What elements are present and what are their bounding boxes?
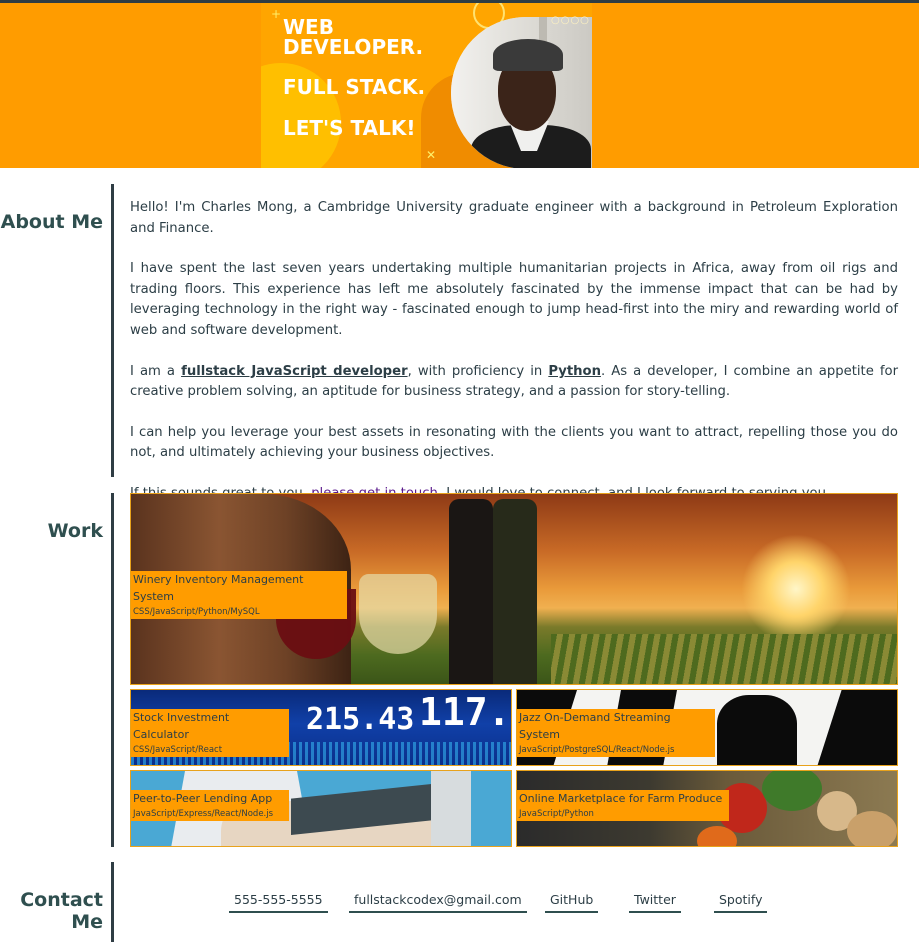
- stock-ticker-number: 215.43: [306, 702, 415, 737]
- about-paragraph-2: I have spent the last seven years undert…: [130, 261, 898, 338]
- project-name: Jazz On-Demand Streaming System: [519, 711, 671, 741]
- project-label: Jazz On-Demand Streaming System JavaScri…: [517, 709, 715, 757]
- about-paragraph-3: I am a fullstack JavaScript developer, w…: [130, 363, 899, 400]
- project-label: Online Marketplace for Farm Produce Java…: [517, 790, 729, 821]
- project-name: Winery Inventory Management System: [133, 573, 304, 603]
- about-divider: [111, 184, 114, 477]
- stock-ticker-number: 117.2: [419, 690, 511, 734]
- banner-x-decoration: ✕: [426, 148, 437, 162]
- project-tech: JavaScript/Python: [519, 809, 594, 819]
- about-section-title: About Me: [0, 211, 103, 233]
- wine-bottle-image: [493, 499, 537, 684]
- wine-bottle-image: [449, 499, 493, 684]
- hero-banner-image: WEB DEVELOPER. FULL STACK. LET'S TALK! ○…: [261, 3, 592, 168]
- project-label: Winery Inventory Management System CSS/J…: [131, 571, 347, 619]
- twitter-link[interactable]: Twitter: [629, 891, 681, 913]
- banner-text-line2: DEVELOPER.: [283, 35, 424, 59]
- project-tech: JavaScript/PostgreSQL/React/Node.js: [519, 745, 675, 755]
- banner-text-line1: WEB: [283, 15, 334, 39]
- contact-links: 555-555-5555 fullstackcodex@gmail.com Gi…: [0, 891, 919, 915]
- banner-text-line3: FULL STACK.: [283, 75, 426, 99]
- project-tile-winery[interactable]: Winery Inventory Management System CSS/J…: [130, 493, 898, 685]
- project-label: Peer-to-Peer Lending App JavaScript/Expr…: [131, 790, 289, 821]
- python-link[interactable]: Python: [548, 364, 601, 379]
- work-section-title: Work: [47, 520, 103, 542]
- project-name: Online Marketplace for Farm Produce: [519, 792, 723, 805]
- project-tile-market[interactable]: Online Marketplace for Farm Produce Java…: [516, 770, 898, 847]
- white-wine-glass-image: [359, 574, 437, 654]
- github-link[interactable]: GitHub: [545, 891, 599, 913]
- project-tile-stock[interactable]: 215.43 117.2 Stock Investment Calculator…: [130, 689, 512, 766]
- spotify-link[interactable]: Spotify: [714, 891, 768, 913]
- profile-photo: [451, 17, 592, 168]
- about-paragraph-4: I can help you leverage your best assets…: [130, 424, 898, 461]
- project-label: Stock Investment Calculator CSS/JavaScri…: [131, 709, 289, 757]
- project-tech: JavaScript/Express/React/Node.js: [133, 809, 274, 819]
- about-paragraph-1: Hello! I'm Charles Mong, a Cambridge Uni…: [130, 200, 898, 236]
- banner-text-line4: LET'S TALK!: [283, 116, 416, 140]
- email-link[interactable]: fullstackcodex@gmail.com: [349, 891, 527, 913]
- work-divider: [111, 493, 114, 847]
- fullstack-link[interactable]: fullstack JavaScript developer: [181, 364, 408, 379]
- project-tile-jazz[interactable]: Jazz On-Demand Streaming System JavaScri…: [516, 689, 898, 766]
- project-tech: CSS/JavaScript/React: [133, 745, 223, 755]
- banner-plus-decoration: +: [271, 7, 282, 21]
- project-tile-lending[interactable]: Peer-to-Peer Lending App JavaScript/Expr…: [130, 770, 512, 847]
- banner-dots-decoration: ○○○○: [551, 15, 590, 26]
- phone-link[interactable]: 555-555-5555: [229, 891, 328, 913]
- project-name: Peer-to-Peer Lending App: [133, 792, 273, 805]
- project-name: Stock Investment Calculator: [133, 711, 230, 741]
- about-body: Hello! I'm Charles Mong, a Cambridge Uni…: [130, 198, 898, 525]
- project-tech: CSS/JavaScript/Python/MySQL: [133, 607, 260, 617]
